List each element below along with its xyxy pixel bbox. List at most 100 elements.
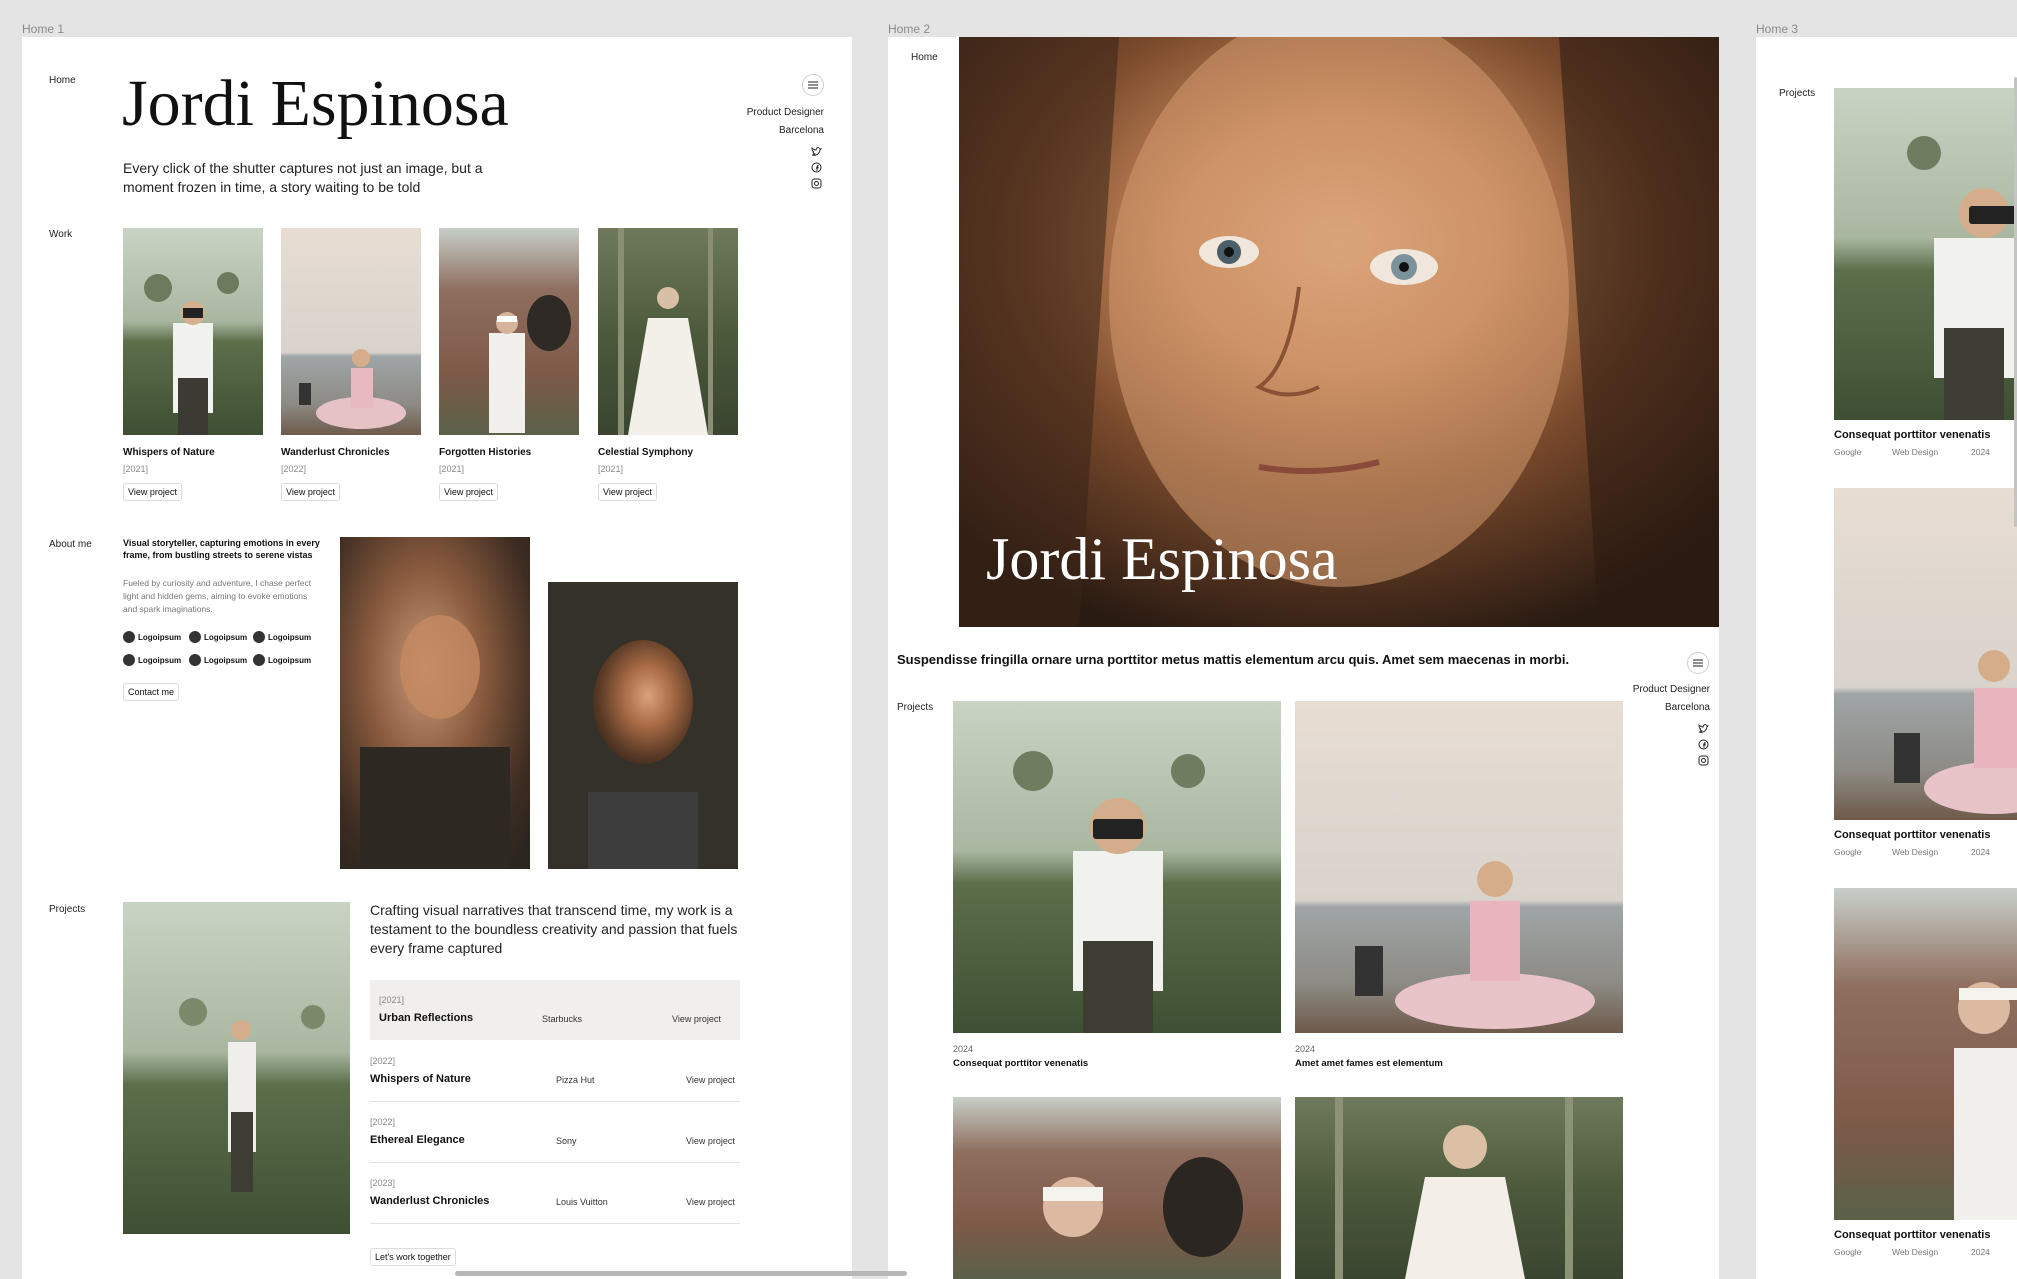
project-card-image[interactable]	[1834, 888, 2017, 1220]
city-text: Barcelona	[1664, 702, 1710, 713]
about-portrait-image	[340, 537, 530, 869]
hamburger-icon	[1693, 659, 1703, 667]
hamburger-icon	[808, 81, 818, 89]
project-row-title[interactable]: Whispers of Nature	[370, 1073, 471, 1085]
page-title: Jordi Espinosa	[122, 67, 509, 140]
projects-section-label: Projects	[897, 702, 934, 713]
project-row-title[interactable]: Wanderlust Chronicles	[370, 1195, 489, 1207]
row-divider	[370, 1223, 740, 1224]
canvas-scrollbar[interactable]	[455, 1271, 907, 1276]
project-card-client: Google	[1834, 847, 1862, 857]
logo-mark-icon	[189, 631, 201, 643]
instagram-icon[interactable]	[1698, 755, 1709, 766]
work-card-image[interactable]	[598, 228, 738, 435]
project-card-image[interactable]	[953, 701, 1281, 1033]
menu-button[interactable]	[1687, 652, 1709, 674]
project-row-year: [2022]	[370, 1117, 396, 1127]
instagram-icon[interactable]	[811, 178, 822, 189]
project-card-year: 2024	[1971, 847, 1990, 857]
about-portrait-image	[548, 582, 738, 869]
client-logo: Logoipsum	[189, 654, 247, 666]
project-card-title[interactable]: Consequat porttitor venenatis	[1834, 429, 1990, 441]
project-row-year: [2023]	[370, 1178, 396, 1188]
projects-intro: Crafting visual narratives that transcen…	[370, 902, 738, 956]
project-card-image[interactable]	[1295, 701, 1623, 1033]
hero-title: Jordi Espinosa	[986, 526, 1338, 592]
twitter-icon[interactable]	[811, 147, 822, 157]
frame-label-home2: Home 2	[888, 22, 931, 36]
project-row-view-link[interactable]: View project	[686, 1136, 735, 1146]
project-row-client: Pizza Hut	[556, 1075, 595, 1085]
frame-label-home3: Home 3	[1756, 22, 1799, 36]
twitter-icon[interactable]	[1698, 724, 1709, 734]
work-card-year: [2021]	[123, 464, 149, 474]
logo-mark-icon	[123, 631, 135, 643]
projects-section-label: Projects	[49, 904, 86, 915]
view-project-button[interactable]: View project	[439, 483, 498, 501]
logo-mark-icon	[189, 654, 201, 666]
role-text: Product Designer	[1632, 684, 1710, 695]
row-divider	[370, 1162, 740, 1163]
project-card-title[interactable]: Consequat porttitor venenatis	[953, 1058, 1088, 1069]
facebook-icon[interactable]	[1698, 739, 1709, 750]
project-card-title[interactable]: Consequat porttitor venenatis	[1834, 829, 1990, 841]
social-links	[811, 147, 822, 189]
client-logo: Logoipsum	[189, 631, 247, 643]
row-divider	[370, 1101, 740, 1102]
work-card-title: Forgotten Histories	[439, 447, 532, 458]
work-card-title: Whispers of Nature	[123, 447, 215, 458]
project-card-title[interactable]: Consequat porttitor venenatis	[1834, 1229, 1990, 1241]
home2-frame: Home Jordi Espinosa Suspendisse fringill…	[888, 37, 1719, 1279]
project-row-year: [2021]	[379, 995, 405, 1005]
work-card-year: [2021]	[439, 464, 465, 474]
project-row-year: [2022]	[370, 1056, 396, 1066]
project-row-view-link[interactable]: View project	[686, 1197, 735, 1207]
project-card-image[interactable]	[1834, 88, 2017, 420]
work-card-image[interactable]	[281, 228, 421, 435]
project-row-view-link[interactable]: View project	[686, 1075, 735, 1085]
logo-mark-icon	[253, 654, 265, 666]
about-body: Fueled by curiosity and adventure, I cha…	[123, 578, 312, 614]
about-section-label: About me	[49, 539, 92, 550]
nav-home-link[interactable]: Home	[49, 75, 76, 86]
social-links	[1698, 724, 1709, 766]
menu-button[interactable]	[802, 74, 824, 96]
view-project-button[interactable]: View project	[281, 483, 340, 501]
contact-me-button[interactable]: Contact me	[123, 683, 180, 701]
work-card-image[interactable]	[123, 228, 263, 435]
project-card-category: Web Design	[1892, 447, 1939, 457]
project-card-category: Web Design	[1892, 847, 1939, 857]
logo-mark-icon	[253, 631, 265, 643]
work-card-year: [2022]	[281, 464, 307, 474]
client-logo: Logoipsum	[123, 631, 181, 643]
work-card-image[interactable]	[439, 228, 579, 435]
projects-section-label: Projects	[1779, 88, 1816, 99]
logo-mark-icon	[123, 654, 135, 666]
project-card-title[interactable]: Amet amet fames est elementum	[1295, 1058, 1443, 1069]
project-card-year: 2024	[953, 1044, 974, 1054]
about-heading: Visual storyteller, capturing emotions i…	[123, 538, 320, 560]
project-row-title[interactable]: Urban Reflections	[379, 1012, 473, 1024]
project-row-title[interactable]: Ethereal Elegance	[370, 1134, 465, 1146]
project-card-year: 2024	[1295, 1044, 1316, 1054]
project-card-image[interactable]	[1295, 1097, 1623, 1279]
work-card-title: Wanderlust Chronicles	[281, 447, 390, 458]
project-card-year: 2024	[1971, 447, 1990, 457]
project-card-client: Google	[1834, 447, 1862, 457]
project-card-image[interactable]	[953, 1097, 1281, 1279]
client-logo: Logoipsum	[253, 631, 311, 643]
project-card-image[interactable]	[1834, 488, 2017, 820]
role-text: Product Designer	[746, 107, 824, 118]
nav-home-link[interactable]: Home	[911, 52, 938, 63]
view-project-button[interactable]: View project	[123, 483, 182, 501]
project-row-highlight[interactable]	[370, 980, 740, 1040]
facebook-icon[interactable]	[811, 162, 822, 173]
work-card-year: [2021]	[598, 464, 624, 474]
project-row-client: Starbucks	[542, 1014, 583, 1024]
home1-frame: Home Jordi Espinosa Every click of the s…	[22, 37, 852, 1279]
view-project-button[interactable]: View project	[598, 483, 657, 501]
project-card-year: 2024	[1971, 1247, 1990, 1257]
project-row-view-link[interactable]: View project	[672, 1014, 721, 1024]
lets-work-together-button[interactable]: Let's work together	[370, 1248, 456, 1266]
work-card-title: Celestial Symphony	[598, 447, 694, 458]
